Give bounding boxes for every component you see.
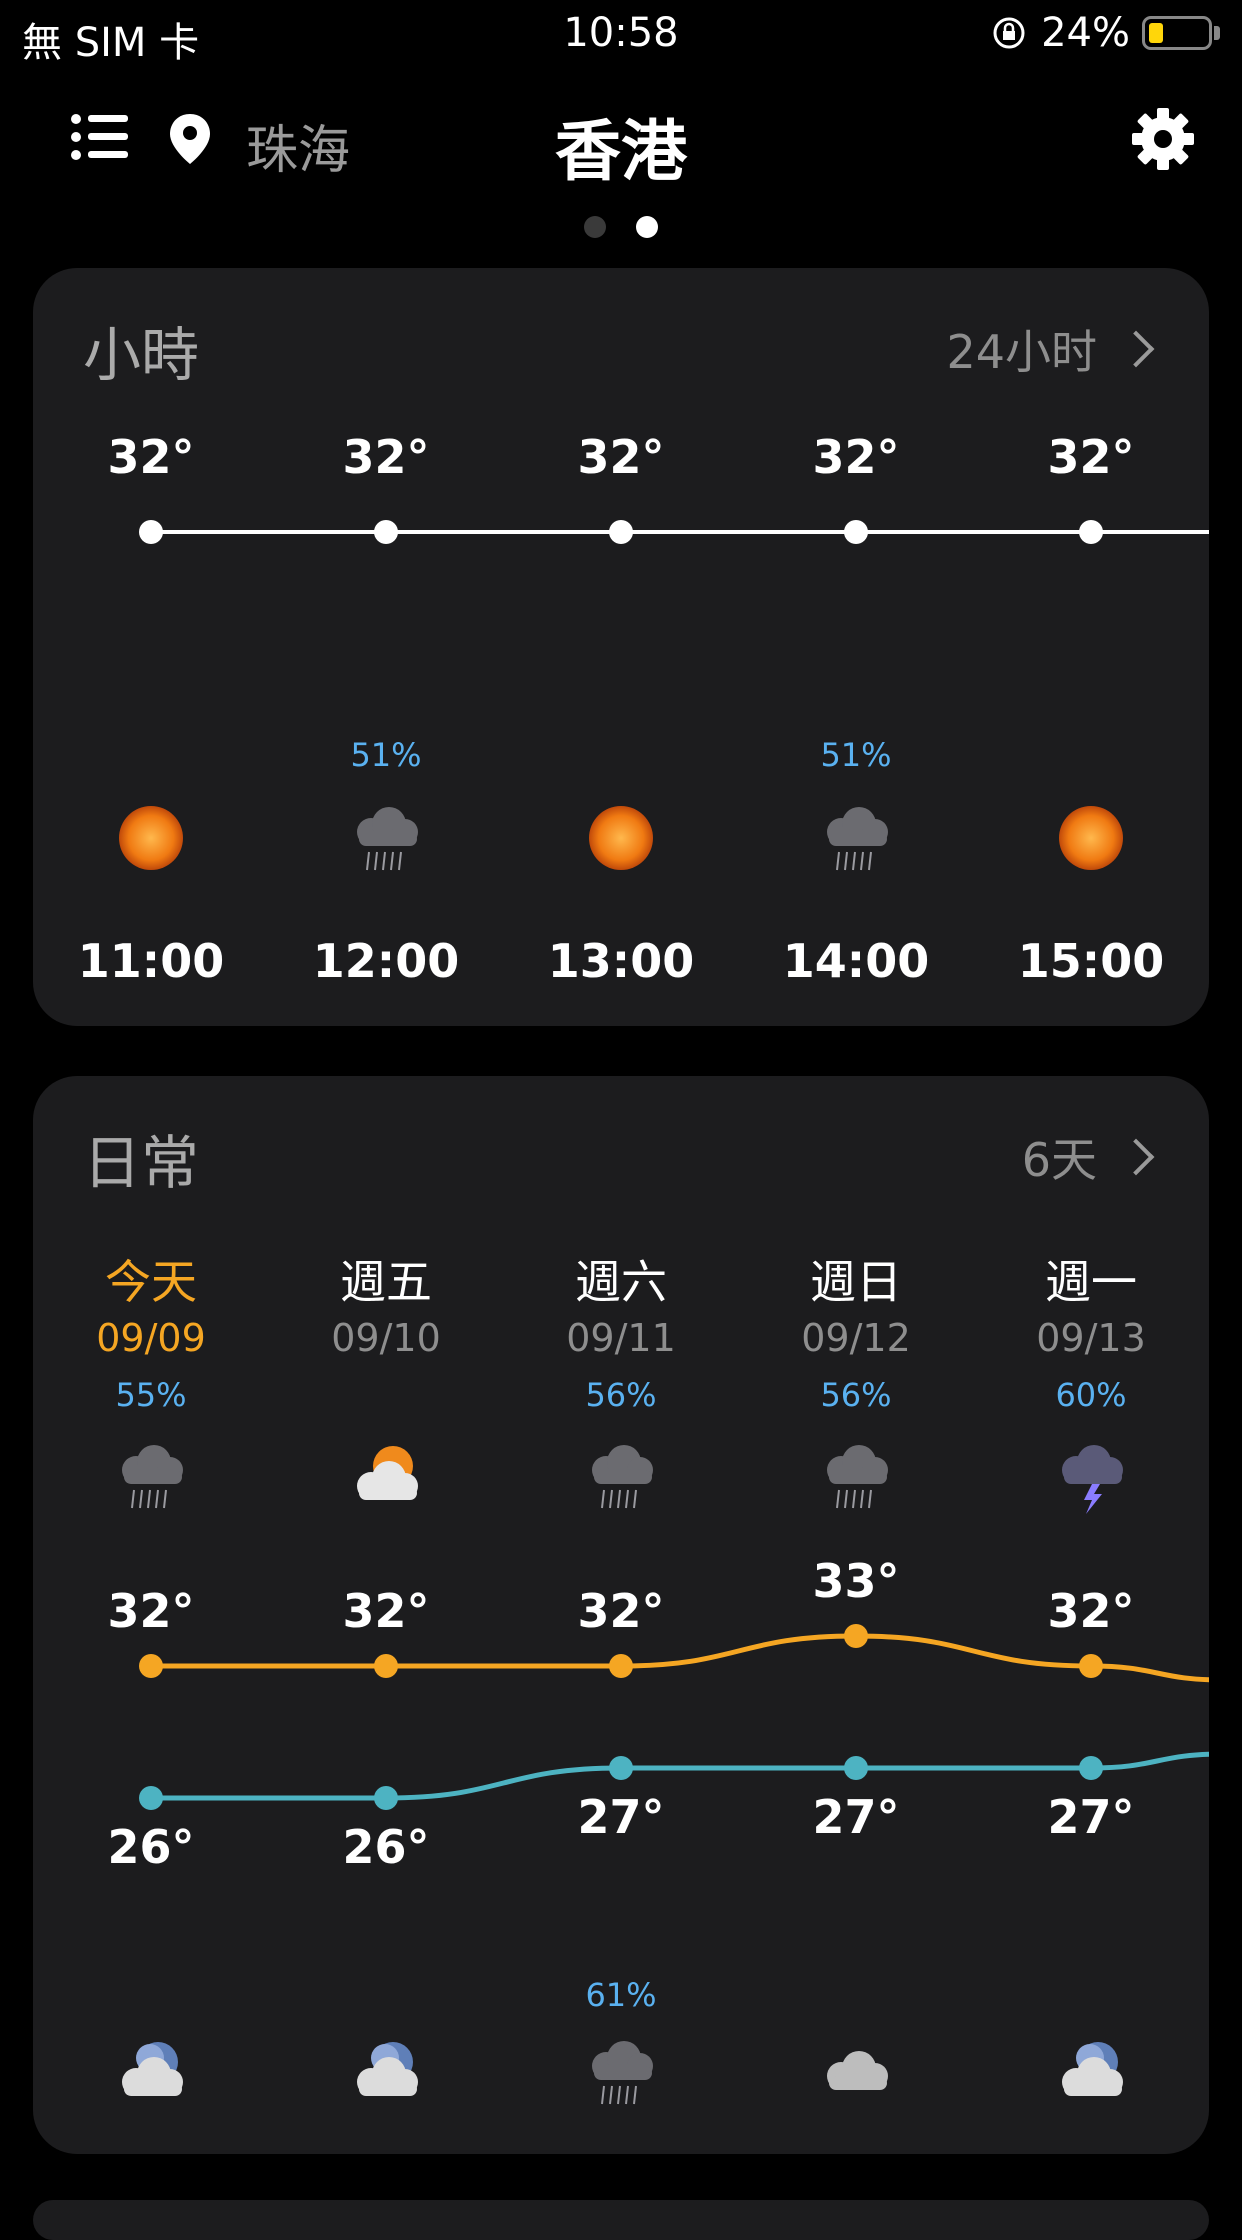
low-temp: 27°	[1047, 1790, 1135, 1844]
rain-cloud-icon	[592, 2041, 653, 2105]
sunny-icon	[119, 806, 183, 870]
high-temp: 32°	[107, 1584, 195, 1638]
night-icon-wrap	[991, 2032, 1191, 2116]
night-icon-wrap	[286, 2032, 486, 2116]
hourly-icon-wrap	[521, 798, 721, 882]
next-card	[33, 2200, 1209, 2240]
hourly-temp-point	[844, 520, 868, 544]
low-temp: 27°	[812, 1790, 900, 1844]
day-precip: 56%	[585, 1376, 657, 1414]
daily-card: 日常 6天 今天 09/09 55% 32° 26° 週五 09/10 32° 26° 週六 09/…	[33, 1076, 1209, 2154]
day-icon-wrap	[521, 1436, 721, 1520]
high-temp-point	[609, 1654, 633, 1678]
rotation-lock-icon	[993, 17, 1025, 49]
night-icon-wrap	[756, 2032, 956, 2116]
cloud-icon	[827, 2051, 888, 2090]
hourly-icon-wrap	[286, 798, 486, 882]
sunny-icon	[1059, 806, 1123, 870]
hourly-temp: 32°	[1047, 430, 1135, 484]
day-name: 週五	[340, 1255, 432, 1309]
day-name: 週一	[1045, 1255, 1137, 1309]
page-dot-active[interactable]	[636, 216, 658, 238]
hourly-card: 小時 24小时 32° 11:00 32° 51% 12:00 32° 13:00 32° 51…	[33, 268, 1209, 1026]
day-precip: 56%	[820, 1376, 892, 1414]
night-icon-wrap	[521, 2032, 721, 2116]
day-icon-wrap	[756, 1436, 956, 1520]
day-icon-wrap	[51, 1436, 251, 1520]
cloudy-night-icon	[357, 2042, 418, 2096]
rain-cloud-icon	[827, 1445, 888, 1509]
day-name: 週六	[575, 1255, 667, 1309]
hourly-time[interactable]: 11:00	[51, 934, 251, 988]
low-temp: 26°	[107, 1820, 195, 1874]
hourly-temp: 32°	[107, 430, 195, 484]
low-temp-point	[1079, 1756, 1103, 1780]
low-temp: 27°	[577, 1790, 665, 1844]
city-title: 香港	[555, 113, 687, 190]
low-temp-point	[139, 1786, 163, 1810]
day-name: 今天	[105, 1255, 197, 1309]
low-temp-point	[844, 1756, 868, 1780]
night-icon-wrap	[51, 2032, 251, 2116]
status-bar: 無 SIM 卡 10:58 24%	[0, 0, 1242, 70]
hourly-temp-chart	[139, 520, 1209, 544]
rain-cloud-icon	[122, 1445, 183, 1509]
low-temp-point	[374, 1786, 398, 1810]
hourly-temp-point	[374, 520, 398, 544]
hourly-precip: 51%	[350, 736, 422, 774]
day-precip: 60%	[1055, 1376, 1127, 1414]
high-temp-line	[151, 1633, 1209, 1683]
high-temp: 33°	[812, 1554, 900, 1608]
rain-cloud-icon	[357, 807, 418, 871]
night-precip: 61%	[585, 1976, 657, 2014]
page-dot[interactable]	[584, 216, 606, 238]
hourly-temp: 32°	[342, 430, 430, 484]
hourly-time[interactable]: 14:00	[756, 934, 956, 988]
cloudy-night-icon	[1062, 2042, 1123, 2096]
hourly-precip: 51%	[820, 736, 892, 774]
day-icon-wrap	[991, 1436, 1191, 1520]
hourly-temp-point	[139, 520, 163, 544]
day-date: 09/13	[1036, 1316, 1146, 1360]
gear-icon[interactable]	[1130, 106, 1196, 172]
page-indicator[interactable]	[0, 216, 1242, 238]
hourly-time[interactable]: 13:00	[521, 934, 721, 988]
battery-icon	[1142, 16, 1212, 50]
day-date: 09/09	[96, 1316, 206, 1360]
battery-percent: 24%	[1041, 10, 1130, 56]
hourly-temp-point	[1079, 520, 1103, 544]
high-temp: 32°	[342, 1584, 430, 1638]
hourly-icon-wrap	[51, 798, 251, 882]
low-temp: 26°	[342, 1820, 430, 1874]
rain-cloud-icon	[827, 807, 888, 871]
hourly-time[interactable]: 15:00	[991, 934, 1191, 988]
day-date: 09/11	[566, 1316, 676, 1360]
high-temp: 32°	[1047, 1584, 1135, 1638]
day-date: 09/12	[801, 1316, 911, 1360]
high-temp-point	[374, 1654, 398, 1678]
high-temp-point	[1079, 1654, 1103, 1678]
day-name: 週日	[810, 1255, 902, 1309]
sunny-icon	[589, 806, 653, 870]
hourly-icon-wrap	[756, 798, 956, 882]
status-right: 24%	[989, 10, 1220, 56]
hourly-time[interactable]: 12:00	[286, 934, 486, 988]
rain-cloud-icon	[592, 1445, 653, 1509]
hourly-temp: 32°	[812, 430, 900, 484]
day-icon-wrap	[286, 1436, 486, 1520]
thunderstorm-icon	[1062, 1445, 1123, 1514]
high-temp-point	[139, 1654, 163, 1678]
partly-cloudy-icon	[357, 1446, 418, 1500]
low-temp-point	[609, 1756, 633, 1780]
day-precip: 55%	[115, 1376, 187, 1414]
hourly-temp-point	[609, 520, 633, 544]
hourly-temp: 32°	[577, 430, 665, 484]
hourly-icon-wrap	[991, 798, 1191, 882]
day-date: 09/10	[331, 1316, 441, 1360]
cloudy-night-icon	[122, 2042, 183, 2096]
high-temp: 32°	[577, 1584, 665, 1638]
high-temp-point	[844, 1624, 868, 1648]
